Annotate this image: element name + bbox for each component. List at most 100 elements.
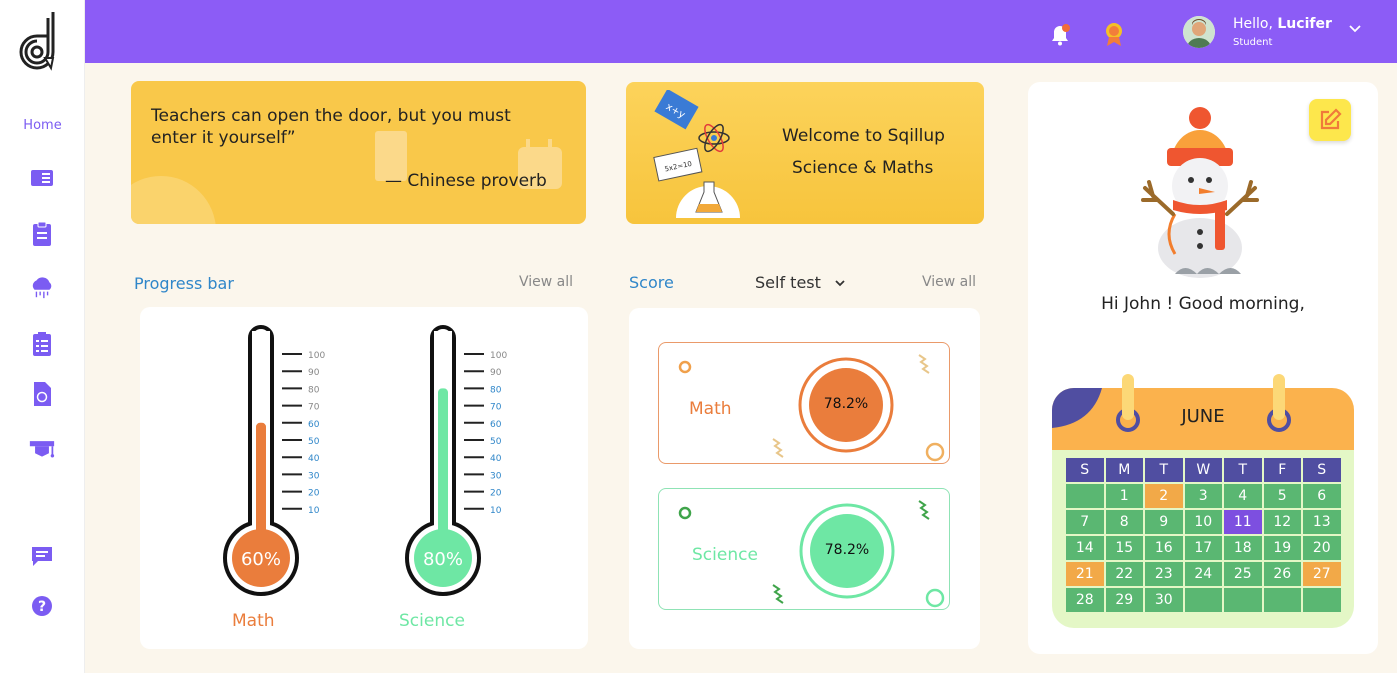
welcome-card: x+y 5x2=10 Welcome to Sqillup Science & … (626, 82, 984, 224)
calendar-day[interactable]: 1 (1105, 484, 1143, 508)
calendar-day-name: M (1105, 458, 1143, 482)
medal-icon[interactable] (1102, 20, 1126, 48)
self-test-dropdown[interactable]: Self test (755, 273, 846, 292)
score-view-all-link[interactable]: View all (922, 274, 976, 290)
scale-label: 80 (490, 385, 502, 395)
top-bar: Hello, Lucifer Student (85, 0, 1397, 63)
scale-label: 20 (308, 489, 320, 499)
nav-home[interactable]: Home (0, 118, 85, 133)
calendar-day[interactable]: 20 (1303, 536, 1341, 560)
calendar-header: JUNE (1052, 388, 1354, 450)
score-name-math: Math (689, 399, 732, 419)
score-card-science[interactable]: Science 78.2% (658, 488, 950, 610)
scale-label: 50 (308, 437, 320, 447)
help-icon[interactable]: ? (29, 593, 55, 619)
quote-text: Teachers can open the door, but you must… (151, 106, 511, 148)
score-name-science: Science (692, 545, 758, 565)
chevron-down-icon (835, 280, 845, 287)
decorative-circle (131, 176, 216, 224)
calendar-day[interactable]: 14 (1066, 536, 1104, 560)
calendar-body: S M T W T F S 1 2 3 4 5 6 7 8 9 10 11 12 13 14 15 16 17 18 19 20 21… (1052, 450, 1354, 628)
clipboard-icon[interactable] (29, 221, 55, 247)
chevron-down-icon[interactable] (1347, 20, 1363, 36)
greeting-prefix: Hello, (1233, 16, 1273, 32)
calendar-day[interactable]: 13 (1303, 510, 1341, 534)
notification-bell-icon[interactable] (1047, 22, 1073, 48)
sqillup-logo[interactable] (17, 8, 65, 72)
cloud-rain-icon[interactable] (29, 274, 55, 300)
calendar-day[interactable]: 23 (1145, 562, 1183, 586)
calendar-day[interactable]: 18 (1224, 536, 1262, 560)
progress-title: Progress bar (134, 274, 234, 293)
calendar-day-name: S (1066, 458, 1104, 482)
edit-icon (1320, 108, 1342, 130)
scale-label: 70 (490, 403, 502, 413)
calendar-empty-cell (1224, 588, 1262, 612)
chat-icon[interactable] (29, 543, 55, 569)
self-test-value: Self test (755, 273, 821, 292)
thermometer-value-math: 60% (241, 549, 281, 570)
calendar-day[interactable]: 16 (1145, 536, 1183, 560)
scale-label: 30 (308, 471, 320, 481)
calendar-month: JUNE (1181, 406, 1225, 427)
progress-view-all-link[interactable]: View all (519, 274, 573, 290)
scale-label: 10 (308, 506, 320, 516)
calendar-day[interactable]: 25 (1224, 562, 1262, 586)
calendar-day[interactable]: 3 (1184, 484, 1222, 508)
calendar-day[interactable]: 6 (1303, 484, 1341, 508)
calendar-day[interactable]: 29 (1105, 588, 1143, 612)
calendar-day[interactable]: 8 (1105, 510, 1143, 534)
calendar-day[interactable]: 15 (1105, 536, 1143, 560)
calendar-day[interactable]: 2 (1145, 484, 1183, 508)
score-card-math[interactable]: Math 78.2% (658, 342, 950, 464)
scale-label: 60 (308, 420, 320, 430)
thermometer-value-science: 80% (423, 549, 463, 570)
calendar-day[interactable]: 27 (1303, 562, 1341, 586)
calendar-day[interactable]: 10 (1184, 510, 1222, 534)
scale-label: 60 (490, 420, 502, 430)
scale-label: 40 (308, 454, 320, 464)
avatar[interactable] (1183, 16, 1215, 48)
science-maths-illustration: x+y 5x2=10 (653, 90, 740, 218)
score-value-math: 78.2% (823, 396, 869, 412)
calendar-day[interactable]: 19 (1263, 536, 1301, 560)
calendar-day-name: T (1145, 458, 1183, 482)
calendar-day[interactable]: 9 (1145, 510, 1183, 534)
calendar-day[interactable]: 21 (1066, 562, 1104, 586)
quote-card: Teachers can open the door, but you must… (131, 81, 586, 224)
calendar-grid: S M T W T F S 1 2 3 4 5 6 7 8 9 10 11 12 13 14 15 16 17 18 19 20 21… (1066, 458, 1341, 612)
progress-panel: 60% 100 90 80 70 60 50 40 30 20 10 80% 100 90 80 70 60 50… (140, 307, 588, 649)
calendar: JUNE S M T W T F S 1 2 3 4 5 6 7 8 9 10 11 12 13 14 15 16 17 18 1… (1052, 388, 1354, 628)
calendar-day[interactable]: 11 (1224, 510, 1262, 534)
calendar-day[interactable]: 30 (1145, 588, 1183, 612)
scale-label: 40 (490, 454, 502, 464)
scale-label: 100 (308, 351, 325, 361)
graduation-cap-icon[interactable] (29, 435, 55, 461)
calendar-empty-cell (1263, 588, 1301, 612)
calendar-day[interactable]: 12 (1263, 510, 1301, 534)
calendar-day-name: T (1224, 458, 1262, 482)
edit-button[interactable] (1309, 99, 1351, 141)
welcome-title: Welcome to Sqillup (782, 126, 945, 146)
calendar-day[interactable]: 17 (1184, 536, 1222, 560)
quote-author: — Chinese proverb (385, 171, 547, 191)
calendar-day[interactable]: 5 (1263, 484, 1301, 508)
calendar-day[interactable]: 22 (1105, 562, 1143, 586)
calendar-day-name: F (1263, 458, 1301, 482)
scale-label: 30 (490, 471, 502, 481)
calendar-empty-cell (1303, 588, 1341, 612)
scale-label: 90 (490, 368, 502, 378)
good-morning-greeting: Hi John ! Good morning, (1101, 294, 1305, 314)
book-icon[interactable] (29, 165, 55, 191)
document-icon[interactable] (29, 381, 55, 407)
calendar-day[interactable]: 28 (1066, 588, 1104, 612)
calendar-day[interactable]: 26 (1263, 562, 1301, 586)
scale-label: 100 (490, 351, 507, 361)
scale-label: 70 (308, 403, 320, 413)
sidebar: Home ? (0, 0, 85, 673)
calendar-day[interactable]: 7 (1066, 510, 1104, 534)
calendar-day[interactable]: 24 (1184, 562, 1222, 586)
scale-label: 90 (308, 368, 320, 378)
calendar-day[interactable]: 4 (1224, 484, 1262, 508)
checklist-icon[interactable] (29, 331, 55, 357)
